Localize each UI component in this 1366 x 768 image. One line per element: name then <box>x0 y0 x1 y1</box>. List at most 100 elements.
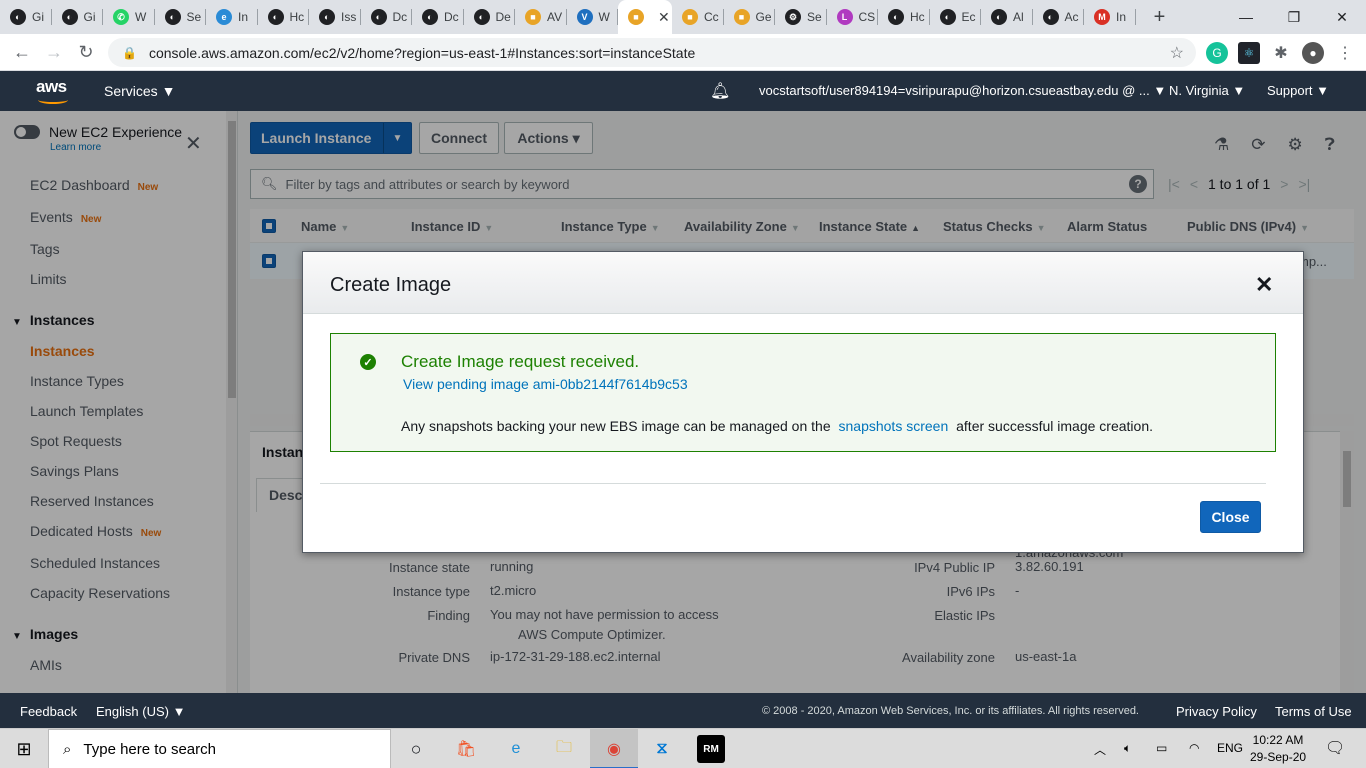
notifications-icon[interactable]: 🗨︎ <box>1325 738 1345 758</box>
language-selector[interactable]: English (US) ▼ <box>96 704 185 719</box>
github-icon: ◐ <box>939 9 956 25</box>
window-controls: — ❐ ✕ <box>1222 0 1366 34</box>
back-icon[interactable]: ← <box>6 42 38 63</box>
browser-tab[interactable]: ◐ Dc <box>412 0 464 34</box>
forward-icon[interactable]: → <box>38 42 70 63</box>
aws-box-icon: ■ <box>525 9 541 25</box>
language-indicator[interactable]: ENG <box>1217 741 1243 755</box>
lock-icon[interactable]: 🔒 <box>122 46 137 60</box>
github-icon: ◐ <box>422 9 438 25</box>
privacy-policy-link[interactable]: Privacy Policy <box>1176 704 1257 719</box>
services-menu[interactable]: Services ▼ <box>104 83 175 99</box>
github-icon: ◐ <box>888 9 904 25</box>
minimize-icon[interactable]: — <box>1222 0 1270 34</box>
notification-bell-icon[interactable]: 🔔︎ <box>710 81 730 101</box>
terms-of-use-link[interactable]: Terms of Use <box>1275 704 1352 719</box>
browser-tab[interactable]: ■ ✕ <box>618 0 672 34</box>
browser-tab[interactable]: ◐ Se <box>155 0 207 34</box>
browser-tab[interactable]: ◐ De <box>464 0 516 34</box>
restore-icon[interactable]: ❐ <box>1270 0 1318 34</box>
taskbar-search-placeholder: Type here to search <box>83 740 216 758</box>
close-window-icon[interactable]: ✕ <box>1318 0 1366 34</box>
aws-logo[interactable]: aws <box>36 77 72 105</box>
aws-footer: Feedback English (US) ▼ © 2008 - 2020, A… <box>0 693 1366 728</box>
github-icon: ◐ <box>991 9 1007 25</box>
dialog-header: Create Image ✕ <box>303 252 1303 314</box>
new-tab-icon[interactable]: + <box>1146 6 1174 29</box>
reload-icon[interactable]: ↻ <box>70 42 102 63</box>
tab-title: W <box>135 10 147 24</box>
tab-title: Iss <box>341 10 357 24</box>
tab-title: CS <box>858 10 876 24</box>
browser-tab[interactable]: ◐ Gi <box>0 0 52 34</box>
file-explorer-icon[interactable]: 🗀 <box>550 735 578 763</box>
battery-icon[interactable]: ▭ <box>1156 741 1167 755</box>
browser-tab[interactable]: M In <box>1084 0 1136 34</box>
browser-tab[interactable]: ■ Cc <box>672 0 724 34</box>
browser-menu-icon[interactable]: ⋮ <box>1334 42 1356 64</box>
windows-start-icon[interactable]: ⊞ <box>0 729 48 768</box>
browser-tab[interactable]: ◐ Dc <box>361 0 413 34</box>
tab-title: AV <box>547 10 563 24</box>
tab-title: W <box>598 10 610 24</box>
rubymine-icon[interactable]: RM <box>697 735 725 763</box>
dialog-title: Create Image <box>330 274 452 296</box>
tab-title: Se <box>186 10 202 24</box>
copyright-text: © 2008 - 2020, Amazon Web Services, Inc.… <box>762 705 1139 717</box>
address-bar[interactable]: 🔒 console.aws.amazon.com/ec2/v2/home?reg… <box>108 38 1196 67</box>
browser-tab[interactable]: ◐ Al <box>981 0 1033 34</box>
tab-title: De <box>495 10 511 24</box>
success-alert: ✓ Create Image request received. View pe… <box>330 333 1276 452</box>
browser-tab[interactable]: ⚙ Se <box>775 0 827 34</box>
browser-tab[interactable]: ◐ Iss <box>309 0 361 34</box>
snapshots-screen-link[interactable]: snapshots screen <box>839 418 949 434</box>
tab-title: In <box>238 10 249 24</box>
chrome-icon[interactable]: ◉ <box>600 735 628 763</box>
browser-tab[interactable]: ◐ Gi <box>52 0 104 34</box>
divider <box>320 483 1266 484</box>
close-button[interactable]: Close <box>1200 501 1261 533</box>
browser-tab[interactable]: ◐ Hc <box>878 0 930 34</box>
account-menu[interactable]: vocstartsoft/user894194=vsiripurapu@hori… <box>759 83 1166 98</box>
browser-tab[interactable]: ✆ W <box>103 0 155 34</box>
tab-title: Ec <box>961 10 976 24</box>
extensions-puzzle-icon[interactable]: ✱ <box>1270 42 1292 64</box>
github-icon: ◐ <box>61 9 78 25</box>
feedback-link[interactable]: Feedback <box>20 704 77 719</box>
store-icon[interactable]: 🛍︎ <box>452 735 480 763</box>
clock[interactable]: 10:22 AM 29-Sep-20 <box>1250 732 1306 766</box>
windows-taskbar: ⊞ ⌕ Type here to search ○ 🛍︎ e 🗀 ◉ ⧖ RM … <box>0 728 1366 768</box>
browser-toolbar: ← → ↻ 🔒 console.aws.amazon.com/ec2/v2/ho… <box>0 34 1366 71</box>
volume-icon[interactable]: 🔈︎ <box>1124 741 1131 756</box>
github-icon: ◐ <box>10 9 26 25</box>
tab-title: Al <box>1013 10 1024 24</box>
browser-tab[interactable]: ■ AV <box>515 0 567 34</box>
profile-avatar[interactable]: ● <box>1302 42 1324 64</box>
browser-tab[interactable]: VW <box>567 0 619 34</box>
tab-title: Hc <box>289 10 305 24</box>
create-image-dialog: Create Image ✕ ✓ Create Image request re… <box>302 251 1304 553</box>
tab-title: Gi <box>32 10 44 24</box>
close-icon[interactable]: ✕ <box>1255 272 1273 298</box>
browser-tab[interactable]: e In <box>206 0 258 34</box>
clock-time: 10:22 AM <box>1252 733 1304 747</box>
browser-tab[interactable]: L CS <box>827 0 879 34</box>
grammarly-icon[interactable]: G <box>1206 42 1228 64</box>
task-view-icon[interactable]: ○ <box>402 735 430 763</box>
bookmark-star-icon[interactable]: ☆ <box>1170 43 1184 63</box>
edge-icon[interactable]: e <box>502 735 530 763</box>
wifi-icon[interactable]: ◠ <box>1189 741 1199 755</box>
vscode-icon[interactable]: ⧖ <box>648 735 676 763</box>
browser-tab[interactable]: ■ Ge <box>724 0 776 34</box>
tray-chevron-icon[interactable]: ︿ <box>1094 741 1106 758</box>
browser-tab[interactable]: ◐ Hc <box>258 0 310 34</box>
region-selector[interactable]: N. Virginia ▼ <box>1169 83 1245 98</box>
pending-image-link[interactable]: View pending image ami-0bb2144f7614b9c53 <box>403 376 688 392</box>
close-tab-icon[interactable]: ✕ <box>658 9 670 26</box>
aws-box-icon: ■ <box>733 9 750 25</box>
browser-tab[interactable]: ◐ Ec <box>930 0 982 34</box>
react-devtools-icon[interactable]: ⚛ <box>1238 42 1260 64</box>
support-menu[interactable]: Support ▼ <box>1267 83 1329 98</box>
browser-tab[interactable]: ◐ Ac <box>1033 0 1085 34</box>
taskbar-search[interactable]: ⌕ Type here to search <box>48 729 391 768</box>
